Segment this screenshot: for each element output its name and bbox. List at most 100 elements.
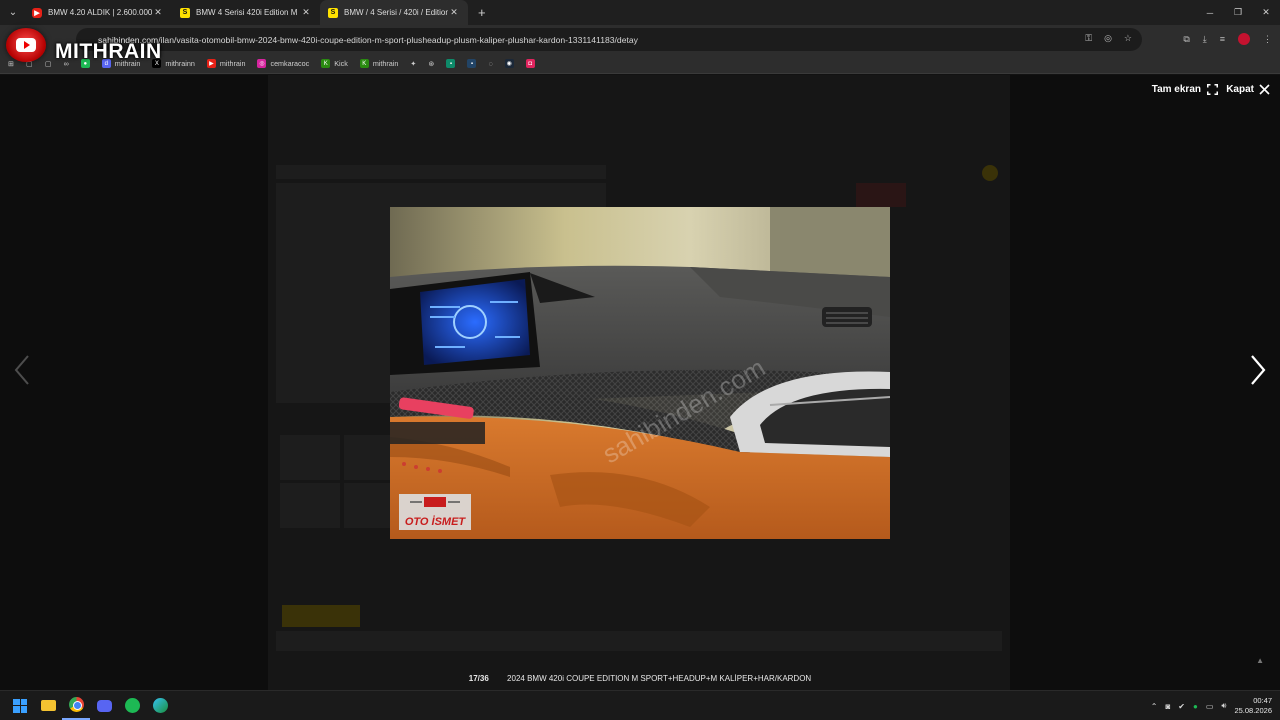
caption-title: 2024 BMW 420i COUPE EDITION M SPORT+HEAD… xyxy=(507,674,812,683)
discord-tray-icon[interactable]: ◙ xyxy=(1165,702,1170,711)
tab-1[interactable]: ▶ BMW 4.20 ALDIK | 2.600.000 TL ✕ xyxy=(24,0,172,25)
ghost-thumb xyxy=(280,435,340,480)
close-icon[interactable]: ✕ xyxy=(448,7,460,18)
edge-taskbar-button[interactable] xyxy=(146,692,174,720)
clock-date: 25.08.2026 xyxy=(1234,706,1272,715)
next-photo-button[interactable] xyxy=(1246,352,1270,388)
apps-icon[interactable]: ⊞ xyxy=(8,59,14,68)
streamer-name: MITHRAIN xyxy=(55,40,162,63)
windows-icon xyxy=(13,698,27,713)
fullscreen-icon xyxy=(1207,84,1218,95)
close-label: Kapat xyxy=(1226,84,1254,95)
key-icon[interactable]: ⚿ xyxy=(1085,33,1092,44)
bookmarks-bar: ⊞ ▢ ▢ ∞ ● d mithrain Xmithrainn ▶ mithrain… xyxy=(0,54,1280,74)
scroll-top-icon[interactable]: ▲ xyxy=(1256,656,1264,665)
sahibinden-icon: S xyxy=(328,7,338,18)
tab-search-icon[interactable]: ⌄ xyxy=(2,2,24,24)
close-icon[interactable]: ✕ xyxy=(300,7,312,18)
discord-taskbar-button[interactable] xyxy=(90,692,118,720)
sahibinden-icon: S xyxy=(180,7,190,18)
fullscreen-button[interactable]: Tam ekran xyxy=(1152,84,1218,95)
bookmark-icon[interactable]: ▪ xyxy=(467,59,477,68)
tab-title: BMW / 4 Serisi / 420i / Edition M xyxy=(344,8,448,17)
omnibox-actions: ⚿ ◎ ☆ xyxy=(1085,33,1132,44)
youtube-icon: ▶ xyxy=(32,7,42,18)
chatgpt-icon[interactable]: ⊛ xyxy=(428,59,434,68)
discord-icon xyxy=(96,699,112,712)
file-explorer-button[interactable] xyxy=(34,692,62,720)
ghost-title-bar xyxy=(276,165,606,179)
photo-counter: 17/36 xyxy=(468,674,489,683)
instagram-icon: ◎ xyxy=(257,59,267,68)
screen: ⌄ ▶ BMW 4.20 ALDIK | 2.600.000 TL ✕ S BM… xyxy=(0,0,1280,720)
ghost-tab-active xyxy=(282,605,360,627)
ghost-description-header xyxy=(276,631,1002,651)
ghost-dealer-logo xyxy=(856,183,906,207)
bookmark-instagram[interactable]: ◎ cemkaracoc xyxy=(257,59,309,68)
network-icon[interactable]: ▭ xyxy=(1206,702,1214,711)
folder-icon xyxy=(40,700,56,711)
bookmark-icon[interactable]: ▪ xyxy=(446,59,456,68)
tab-title: BMW 4.20 ALDIK | 2.600.000 TL xyxy=(48,8,152,17)
tab-strip: ⌄ ▶ BMW 4.20 ALDIK | 2.600.000 TL ✕ S BM… xyxy=(0,0,1280,25)
window-controls: ─ ❐ ✕ xyxy=(1196,0,1280,25)
gemini-icon[interactable]: ✦ xyxy=(410,59,416,68)
eye-off-icon[interactable]: ◎ xyxy=(1104,33,1112,44)
system-tray: ⌃ ◙ ✔ ● ▭ 🔊︎ 00:47 25.08.2026 xyxy=(1151,691,1272,720)
star-icon[interactable]: ☆ xyxy=(1124,33,1132,44)
tab-title: BMW 4 Serisi 420i Edition M Sp xyxy=(196,8,300,17)
window-close-icon[interactable]: ✕ xyxy=(1252,0,1280,25)
profile-avatar[interactable] xyxy=(1238,33,1250,45)
edge-icon xyxy=(152,698,168,713)
new-tab-button[interactable]: + xyxy=(478,5,486,20)
youtube-icon: ▶ xyxy=(206,59,216,68)
chevron-left-icon xyxy=(14,355,29,385)
spotify-tray-icon[interactable]: ● xyxy=(1193,702,1198,711)
bookmark-youtube[interactable]: ▶ mithrain xyxy=(206,59,245,68)
chevron-right-icon xyxy=(1251,355,1266,385)
spotify-icon xyxy=(124,698,140,713)
dealer-logo-text: OTO İSMET xyxy=(405,515,467,528)
menu-icon[interactable]: ⋮ xyxy=(1263,34,1272,45)
extensions-icon[interactable]: ⧉ xyxy=(1183,34,1189,45)
kick-icon: K xyxy=(359,59,369,68)
youtube-logo-icon xyxy=(6,28,46,62)
check-icon[interactable]: ✔ xyxy=(1178,702,1185,711)
kick-icon: K xyxy=(321,59,331,68)
clock-time: 00:47 xyxy=(1253,696,1272,705)
address-bar-row: sahibinden.com/ilan/vasita-otomobil-bmw-… xyxy=(0,25,1280,54)
car-interior-image: sahibinden.com OTO İSMET xyxy=(390,207,890,539)
tab-3[interactable]: S BMW / 4 Serisi / 420i / Edition M ✕ xyxy=(320,0,468,25)
volume-icon[interactable]: 🔊︎ xyxy=(1221,701,1226,711)
folder-icon[interactable]: ▢ xyxy=(45,59,52,68)
reading-list-icon[interactable]: ≡ xyxy=(1220,34,1225,44)
bookmark-kick-mithrain[interactable]: Kmithrain xyxy=(359,59,398,68)
previous-photo-button[interactable] xyxy=(10,352,34,388)
bookmark-icon[interactable]: ◘ xyxy=(525,59,535,68)
chevron-up-icon[interactable]: ⌃ xyxy=(1151,702,1158,711)
chrome-taskbar-button[interactable] xyxy=(62,692,90,720)
listing-photo[interactable]: sahibinden.com OTO İSMET xyxy=(390,207,890,539)
tab-2[interactable]: S BMW 4 Serisi 420i Edition M Sp ✕ xyxy=(172,0,320,25)
close-icon[interactable]: ✕ xyxy=(152,7,164,18)
toolbar-actions: ⧉ ⤓ ≡ ⋮ xyxy=(1183,33,1272,45)
download-icon[interactable]: ⤓ xyxy=(1203,34,1207,45)
dealer-logo: OTO İSMET xyxy=(399,494,471,530)
ghost-badge xyxy=(982,165,998,181)
url-field[interactable]: sahibinden.com/ilan/vasita-otomobil-bmw-… xyxy=(76,28,1142,51)
minimize-icon[interactable]: ─ xyxy=(1196,0,1224,25)
clock[interactable]: 00:47 25.08.2026 xyxy=(1234,696,1272,716)
close-lightbox-button[interactable]: Kapat xyxy=(1226,84,1270,95)
chrome-icon xyxy=(68,697,84,712)
photo-caption: 17/36 2024 BMW 420i COUPE EDITION M SPOR… xyxy=(0,674,1280,683)
close-icon xyxy=(1259,84,1270,95)
taskbar: ⌃ ◙ ✔ ● ▭ 🔊︎ 00:47 25.08.2026 xyxy=(0,690,1280,720)
bookmark-icon[interactable]: ◌ xyxy=(488,59,492,68)
url-path: /ilan/vasita-otomobil-bmw-2024-bmw-420i-… xyxy=(158,34,638,45)
start-button[interactable] xyxy=(6,692,34,720)
steam-icon[interactable]: ◉ xyxy=(504,59,514,68)
spotify-taskbar-button[interactable] xyxy=(118,692,146,720)
bookmark-kick[interactable]: K Kick xyxy=(321,59,348,68)
maximize-icon[interactable]: ❐ xyxy=(1224,0,1252,25)
ghost-thumb xyxy=(280,483,340,528)
